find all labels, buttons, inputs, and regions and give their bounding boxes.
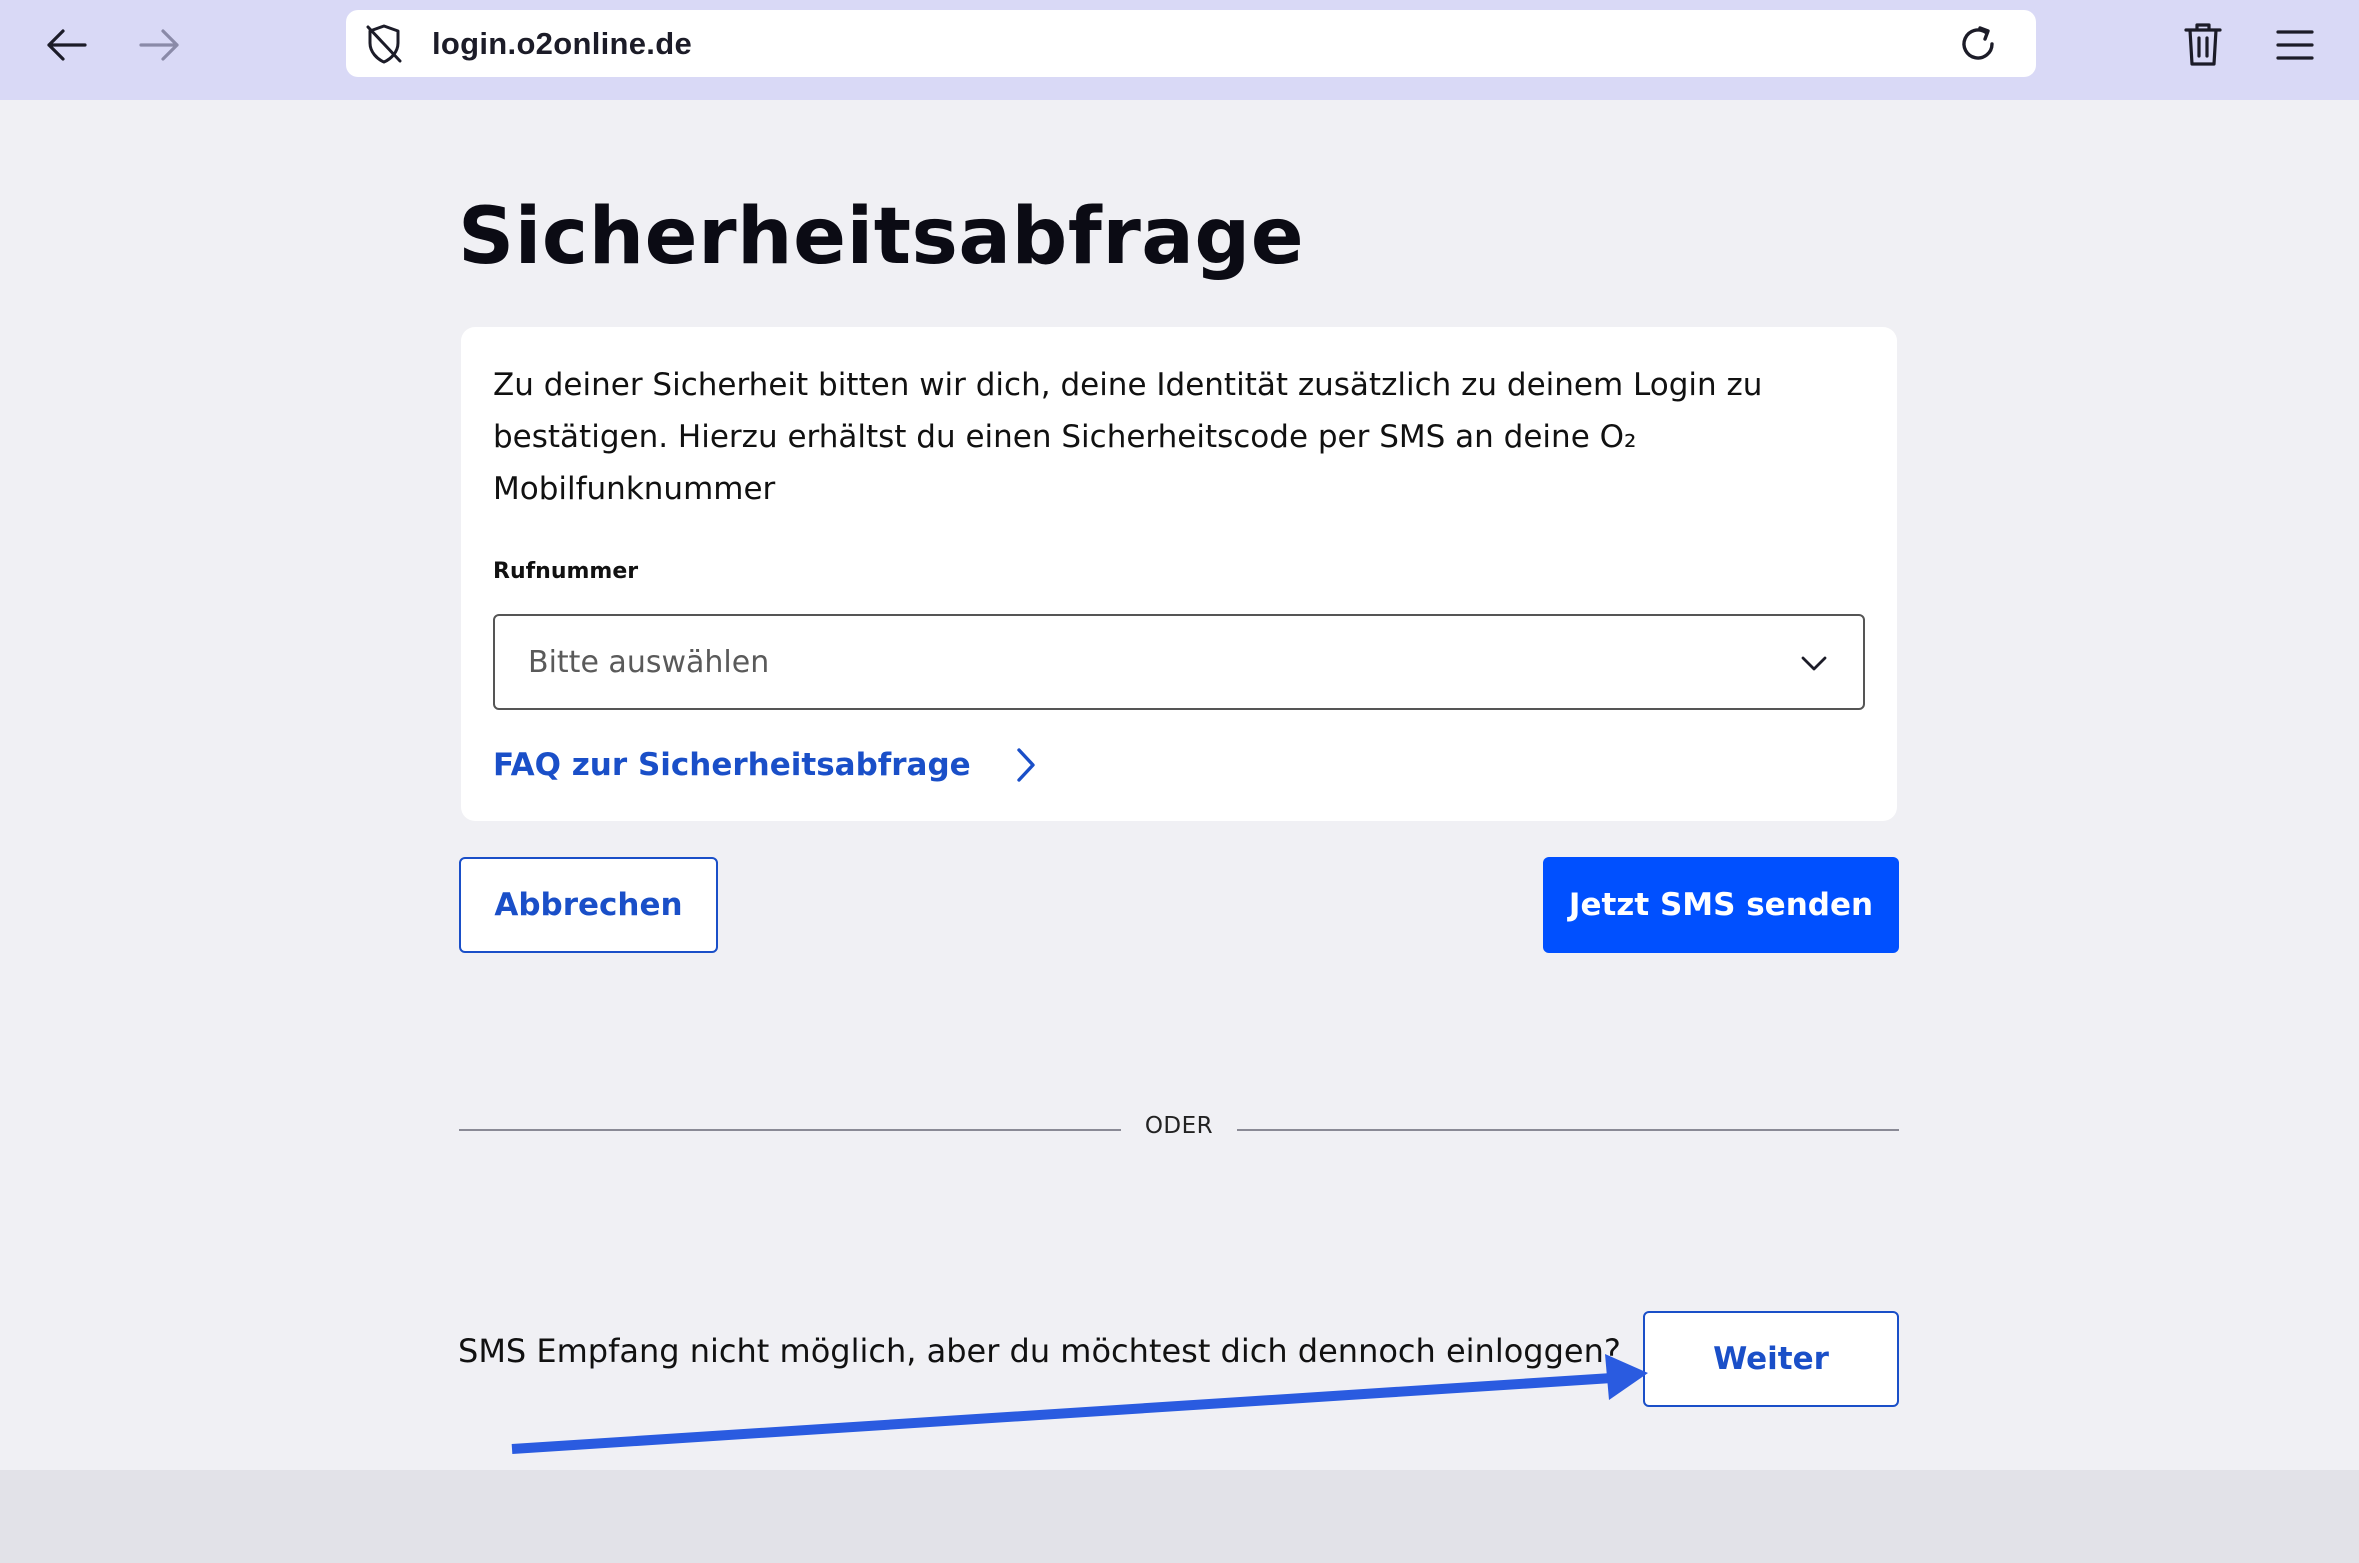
- description-text: Zu deiner Sicherheit bitten wir dich, de…: [493, 367, 1763, 507]
- send-sms-button[interactable]: Jetzt SMS senden: [1543, 857, 1899, 953]
- arrow-right-icon: [139, 29, 179, 61]
- url-text: login.o2online.de: [432, 25, 692, 61]
- alt-login-question: SMS Empfang nicht möglich, aber du möcht…: [458, 1332, 1621, 1370]
- phone-field-label: Rufnummer: [493, 559, 639, 584]
- cancel-button[interactable]: Abbrechen: [459, 857, 718, 953]
- page-title: Sicherheitsabfrage: [458, 192, 1305, 282]
- chevron-right-icon: [1016, 748, 1035, 782]
- continue-button[interactable]: Weiter: [1643, 1311, 1899, 1407]
- faq-link[interactable]: FAQ zur Sicherheitsabfrage: [493, 740, 1041, 790]
- faq-link-label: FAQ zur Sicherheitsabfrage: [493, 747, 971, 783]
- address-bar[interactable]: login.o2online.de: [346, 10, 2036, 77]
- back-button[interactable]: [36, 20, 96, 70]
- chevron-down-icon: [1801, 656, 1827, 671]
- security-card: Zu deiner Sicherheit bitten wir dich, de…: [461, 327, 1897, 821]
- divider-or-text: ODER: [1144, 1113, 1214, 1139]
- divider-left: [459, 1129, 1121, 1131]
- reload-icon[interactable]: [1956, 22, 2000, 66]
- divider-right: [1237, 1129, 1899, 1131]
- footer-band: [0, 1470, 2359, 1563]
- phone-number-select[interactable]: Bitte auswählen: [493, 614, 1865, 710]
- browser-toolbar: login.o2online.de: [0, 0, 2359, 100]
- select-placeholder: Bitte auswählen: [528, 644, 770, 680]
- forward-button[interactable]: [130, 20, 190, 70]
- arrow-left-icon: [47, 29, 87, 61]
- hamburger-menu-icon[interactable]: [2270, 20, 2320, 70]
- trash-icon[interactable]: [2180, 20, 2226, 70]
- shield-off-icon[interactable]: [362, 22, 406, 66]
